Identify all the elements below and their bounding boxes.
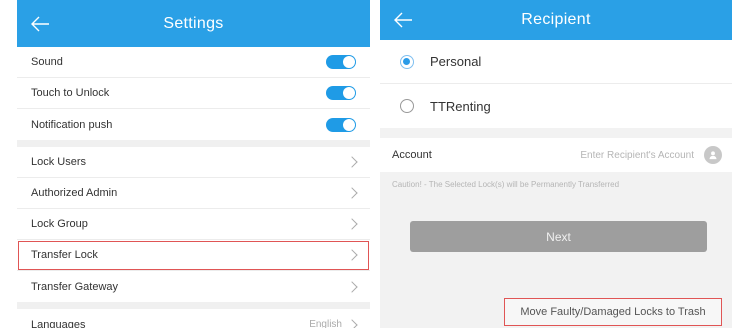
page-title: Settings — [163, 14, 224, 32]
contact-picker-button[interactable] — [704, 146, 722, 164]
menu-item-lock-group[interactable]: Lock Group — [17, 209, 370, 240]
chevron-right-icon — [346, 249, 358, 261]
menu-item-authorized-admin[interactable]: Authorized Admin — [17, 178, 370, 209]
menu-item-lock-users[interactable]: Lock Users — [17, 147, 370, 178]
chevron-right-icon — [346, 156, 358, 168]
account-label: Account — [392, 149, 432, 161]
menu-item-languages[interactable]: Languages English — [17, 309, 370, 328]
toggle-label: Touch to Unlock — [31, 87, 110, 99]
person-icon — [709, 151, 717, 160]
menu-item-label: Lock Group — [31, 218, 88, 230]
recipient-option-personal[interactable]: Personal — [380, 40, 732, 84]
menu-item-label: Languages — [31, 318, 86, 328]
recipient-header: Recipient — [380, 0, 732, 40]
back-button[interactable] — [392, 10, 414, 30]
toggle-row-notification-push: Notification push — [17, 109, 370, 140]
account-row: Account — [380, 138, 732, 172]
touch-to-unlock-toggle[interactable] — [326, 86, 356, 100]
recipient-panel: Recipient Personal TTRenting Account Cau… — [380, 0, 732, 328]
sound-toggle[interactable] — [326, 55, 356, 69]
chevron-right-icon — [346, 218, 358, 230]
arrow-left-icon — [394, 12, 412, 28]
option-label: Personal — [430, 54, 482, 69]
toggle-row-sound: Sound — [17, 47, 370, 78]
back-button[interactable] — [29, 14, 51, 34]
caution-text: Caution! - The Selected Lock(s) will be … — [392, 180, 620, 189]
menu-item-label: Lock Users — [31, 156, 87, 168]
recipient-option-ttrenting[interactable]: TTRenting — [380, 84, 732, 128]
chevron-right-icon — [346, 280, 358, 293]
settings-header: Settings — [17, 0, 370, 47]
toggle-row-touch-to-unlock: Touch to Unlock — [17, 78, 370, 109]
radio-unselected-icon[interactable] — [400, 99, 414, 113]
chevron-right-icon — [346, 187, 358, 199]
page-title: Recipient — [521, 11, 591, 28]
menu-item-label: Authorized Admin — [31, 187, 118, 199]
arrow-left-icon — [31, 16, 49, 31]
next-button[interactable]: Next — [410, 221, 707, 252]
move-to-trash-link[interactable]: Move Faulty/Damaged Locks to Trash — [504, 298, 722, 326]
language-value: English — [309, 319, 342, 328]
section-divider — [17, 140, 370, 147]
chevron-right-icon — [346, 318, 358, 328]
section-divider — [17, 302, 370, 309]
option-label: TTRenting — [430, 98, 491, 114]
settings-panel: Settings Sound Touch to Unlock Notificat… — [17, 0, 370, 328]
toggle-label: Sound — [31, 56, 63, 68]
menu-item-transfer-lock[interactable]: Transfer Lock — [17, 240, 370, 271]
toggle-label: Notification push — [31, 118, 113, 131]
radio-selected-icon[interactable] — [400, 54, 414, 69]
menu-item-transfer-gateway[interactable]: Transfer Gateway — [17, 271, 370, 302]
account-input[interactable] — [472, 149, 704, 161]
menu-item-label: Transfer Gateway — [31, 280, 119, 293]
notification-push-toggle[interactable] — [326, 117, 356, 132]
menu-item-label: Transfer Lock — [31, 249, 98, 261]
